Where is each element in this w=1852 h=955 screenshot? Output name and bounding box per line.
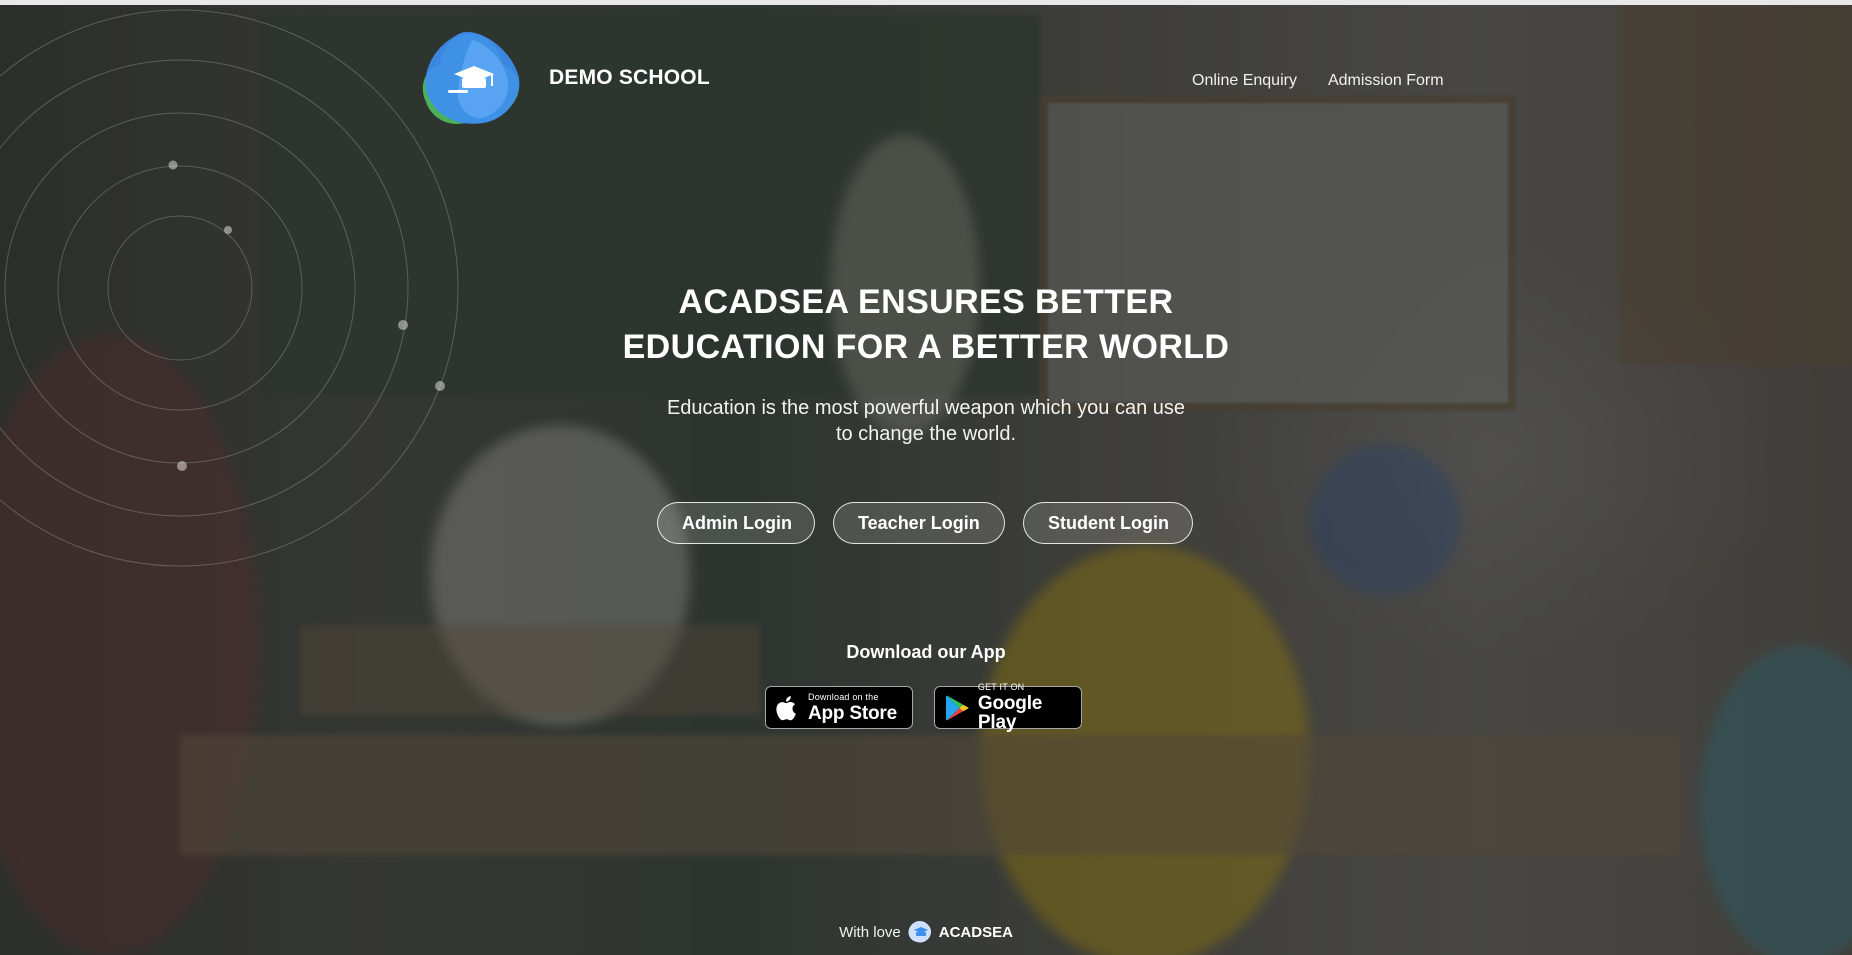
hero-background (0, 5, 1852, 955)
google-play-badge[interactable]: GET IT ON Google Play (934, 682, 1082, 733)
app-store-small-text: Download on the (808, 691, 879, 702)
headline-line-1: ACADSEA ENSURES BETTER (678, 283, 1174, 321)
apple-icon (776, 695, 796, 720)
school-logo[interactable] (418, 30, 522, 130)
footer-brand[interactable]: ACADSEA (939, 924, 1013, 941)
top-nav: Online Enquiry Admission Form (1192, 72, 1444, 90)
school-name: DEMO SCHOOL (549, 66, 710, 89)
admin-login-button[interactable]: Admin Login (657, 502, 815, 544)
graduation-cap-icon (422, 31, 520, 124)
orbit-decoration (0, 9, 459, 567)
app-store-big-text: App Store (808, 702, 897, 724)
login-buttons: Admin Login Teacher Login Student Login (657, 502, 1193, 544)
google-play-small-text: GET IT ON (977, 682, 1025, 692)
subtitle-line-1: Education is the most powerful weapon wh… (666, 397, 1186, 419)
subtitle-line-2: to change the world. (835, 423, 1017, 445)
acadsea-mini-logo-icon (908, 921, 931, 943)
hero-headline: ACADSEA ENSURES BETTER EDUCATION FOR A B… (426, 280, 1426, 370)
top-strip (0, 0, 1852, 5)
teacher-login-button[interactable]: Teacher Login (833, 502, 1005, 544)
download-app-title: Download our App (846, 642, 1006, 662)
student-login-button[interactable]: Student Login (1023, 502, 1193, 544)
nav-admission-form[interactable]: Admission Form (1328, 72, 1444, 90)
app-store-badge[interactable]: Download on the App Store (765, 686, 913, 729)
headline-line-2: EDUCATION FOR A BETTER WORLD (622, 328, 1230, 366)
google-play-icon (945, 695, 969, 720)
footer-prefix: With love (839, 923, 901, 941)
hero-subtitle: Education is the most powerful weapon wh… (626, 395, 1226, 447)
nav-online-enquiry[interactable]: Online Enquiry (1192, 72, 1297, 90)
google-play-big-text: Google Play (977, 693, 1043, 733)
footer-credit: With love ACADSEA (726, 920, 1126, 944)
store-badges: Download on the App Store GET IT ON Goog… (765, 682, 1082, 733)
